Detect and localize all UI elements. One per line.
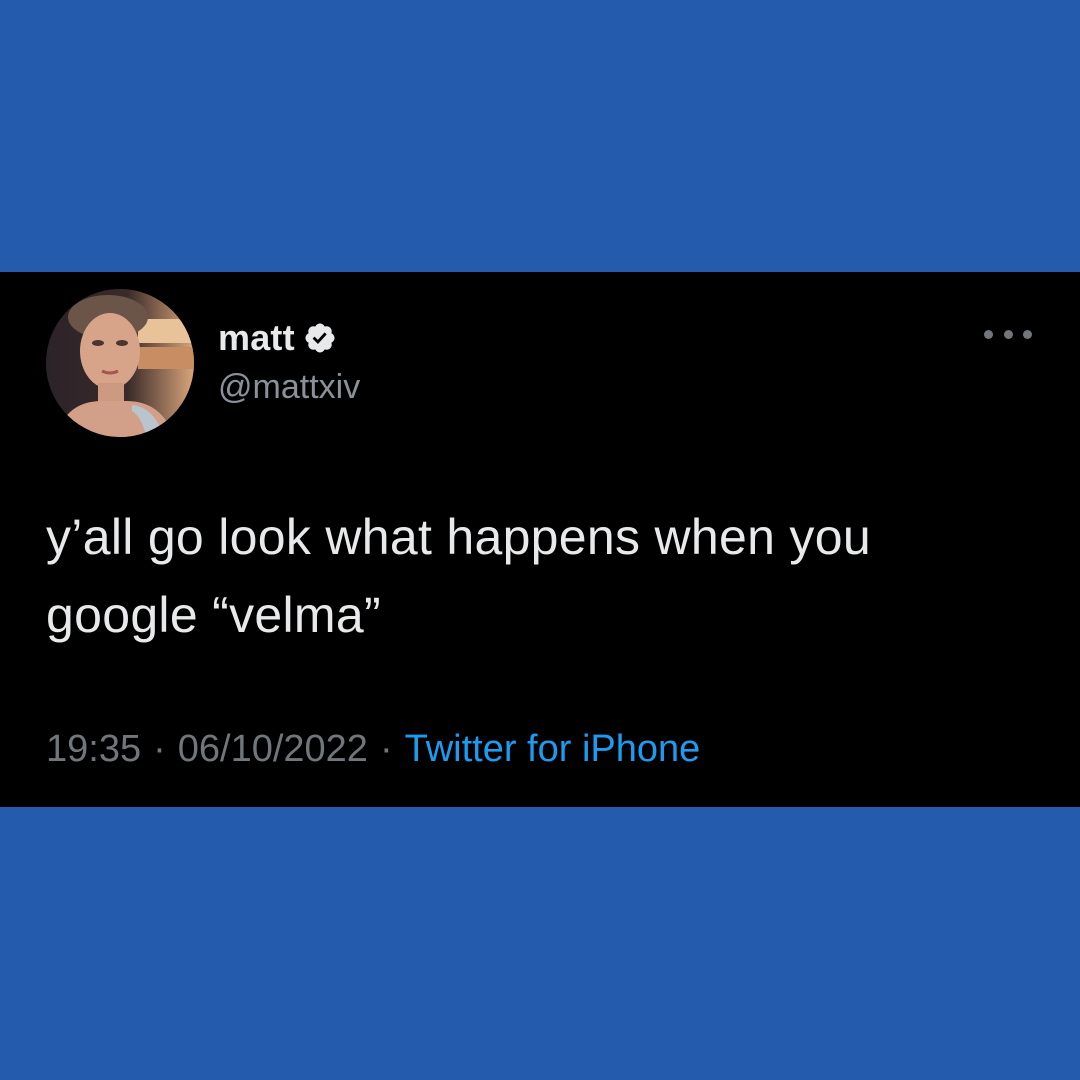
meta-separator: · <box>153 728 166 770</box>
meta-separator: · <box>379 728 393 770</box>
tweet-time[interactable]: 19:35 <box>46 728 141 770</box>
tweet-date[interactable]: 06/10/2022 <box>178 728 368 770</box>
more-options-icon[interactable] <box>984 324 1032 344</box>
more-dot <box>1003 329 1013 339</box>
screenshot-frame: matt @mattxiv y’all go look what happens… <box>0 0 1080 1080</box>
avatar[interactable] <box>46 289 194 437</box>
display-name[interactable]: matt <box>218 317 295 359</box>
tweet-text: y’all go look what happens when you goog… <box>46 498 1046 654</box>
tweet-source-link[interactable]: Twitter for iPhone <box>405 728 701 770</box>
avatar-image <box>46 289 194 437</box>
author-handle[interactable]: @mattxiv <box>218 368 360 407</box>
tweet-card: matt @mattxiv y’all go look what happens… <box>0 272 1080 807</box>
verified-badge-icon <box>303 321 337 355</box>
tweet-text-line: y’all go look what happens when you <box>46 509 871 565</box>
author-name-row[interactable]: matt <box>218 316 337 360</box>
tweet-meta: 19:35 · 06/10/2022 · Twitter for iPhone <box>46 728 700 771</box>
more-dot <box>1023 329 1032 339</box>
tweet-text-line: google “velma” <box>46 587 381 643</box>
more-dot <box>984 329 993 339</box>
